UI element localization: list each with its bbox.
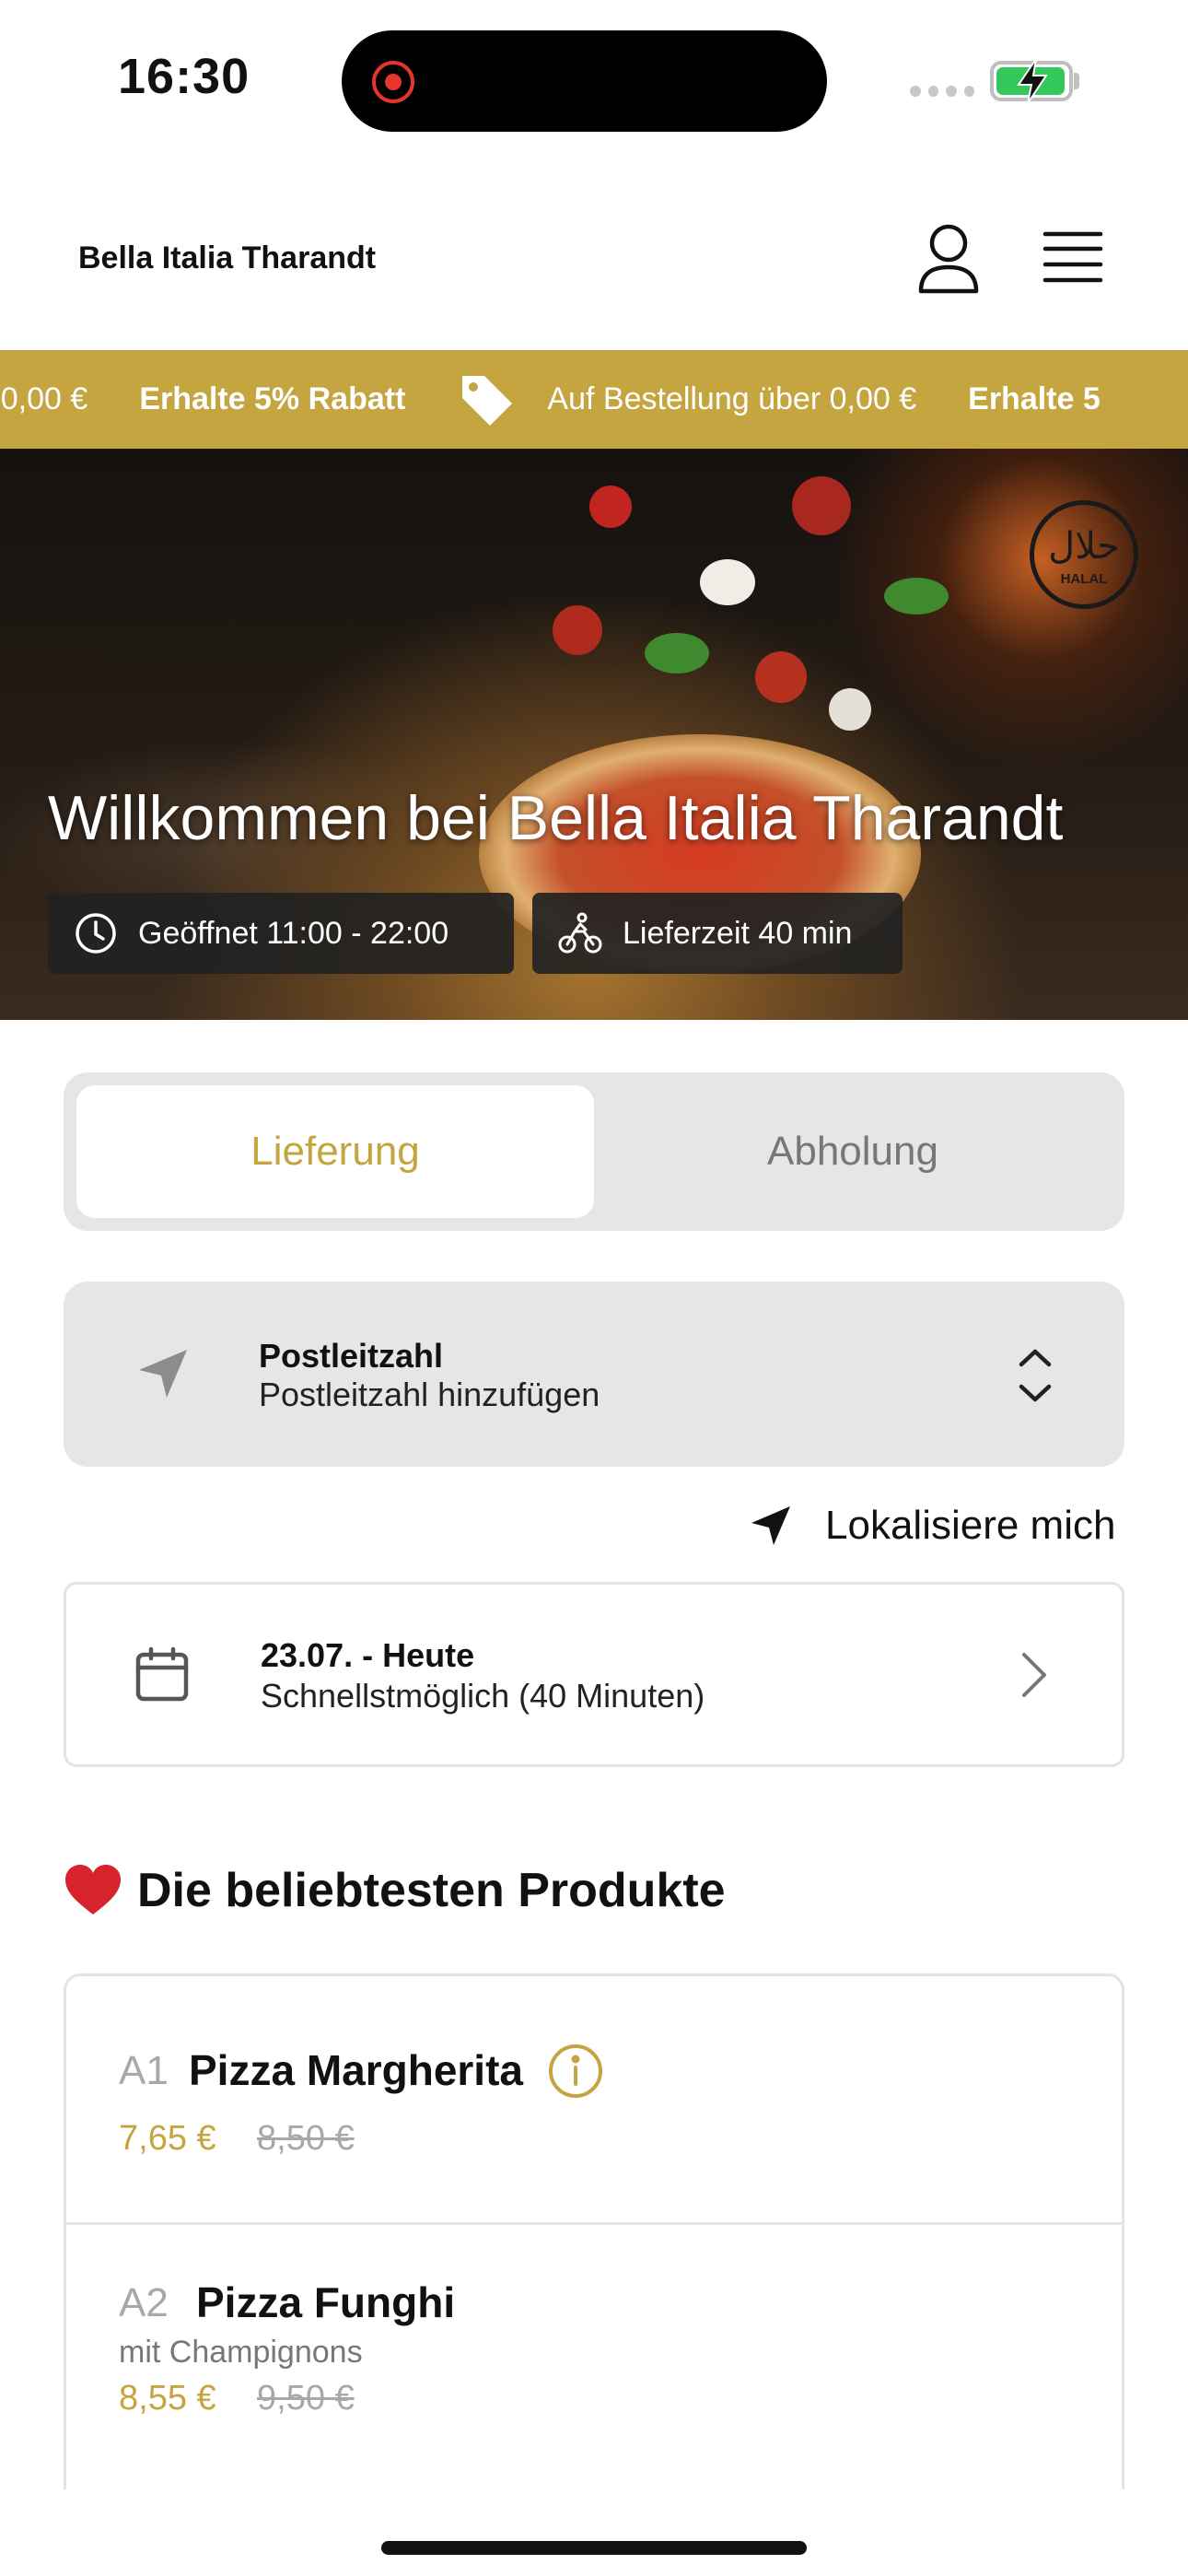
- section-title: Die beliebtesten Produkte: [137, 1864, 726, 1917]
- location-arrow-icon: [139, 1350, 187, 1398]
- delivery-time-chip: Lieferzeit 40 min: [532, 893, 903, 974]
- popular-products-heading: Die beliebtesten Produkte: [64, 1863, 726, 1918]
- schedule-time: Schnellstmöglich (40 Minuten): [261, 1677, 705, 1715]
- product-row[interactable]: A2 Pizza Funghi mit Champignons 8,55 € 9…: [66, 2228, 1122, 2489]
- hero-title: Willkommen bei Bella Italia Tharandt: [48, 783, 1064, 853]
- popular-products-list: A1 Pizza Margherita 7,65 € 8,50 € A2 Piz…: [64, 1973, 1124, 2489]
- product-code: A2: [119, 2280, 169, 2325]
- delivery-time-text: Lieferzeit 40 min: [623, 915, 853, 951]
- status-time: 16:30: [118, 49, 250, 104]
- product-old-price: 8,50 €: [257, 2119, 355, 2158]
- tab-pickup[interactable]: Abholung: [594, 1085, 1112, 1218]
- opening-hours-chip: Geöffnet 11:00 - 22:00: [48, 893, 514, 974]
- dynamic-island: [342, 30, 827, 132]
- clock-icon: [76, 913, 116, 954]
- app-header: Bella Italia Tharandt: [0, 166, 1188, 350]
- menu-icon[interactable]: [1041, 225, 1105, 289]
- account-icon[interactable]: [914, 221, 984, 295]
- hero-banner: حلال HALAL Willkommen bei Bella Italia T…: [0, 449, 1188, 1020]
- promo-text: Auf Bestellung über 0,00 €: [547, 381, 917, 416]
- tag-icon: [462, 375, 513, 426]
- charging-bolt-icon: [1017, 58, 1048, 104]
- location-arrow-icon: [751, 1506, 790, 1545]
- recording-indicator-icon: [372, 61, 414, 103]
- home-indicator[interactable]: [381, 2541, 807, 2555]
- chevron-updown-icon: [1019, 1349, 1052, 1402]
- product-name: Pizza Margherita: [189, 2046, 523, 2094]
- postcode-placeholder: Postleitzahl hinzufügen: [259, 1376, 600, 1413]
- info-icon[interactable]: [547, 2043, 604, 2100]
- schedule-date: 23.07. - Heute: [261, 1636, 475, 1674]
- promo-item: Erhalte 5% Rabatt: [139, 381, 405, 417]
- postcode-field[interactable]: Postleitzahl Postleitzahl hinzufügen: [64, 1282, 1124, 1467]
- product-row[interactable]: A1 Pizza Margherita 7,65 € 8,50 €: [66, 1976, 1122, 2225]
- heart-icon: [65, 1865, 121, 1914]
- delivery-schedule-field[interactable]: 23.07. - Heute Schnellstmöglich (40 Minu…: [64, 1582, 1124, 1767]
- promo-text: Erhalte 5: [968, 381, 1101, 416]
- locate-me-label: Lokalisiere mich: [825, 1503, 1116, 1548]
- product-price: 8,55 €: [119, 2379, 216, 2418]
- bike-courier-icon: [558, 912, 602, 954]
- cellular-signal-icon: [910, 86, 974, 97]
- halal-badge: حلال HALAL: [1030, 500, 1138, 609]
- promo-text: r 0,00 €: [0, 381, 88, 416]
- promo-item: r 0,00 €: [0, 381, 87, 417]
- product-description: mit Champignons: [119, 2335, 363, 2370]
- promo-ticker: r 0,00 € Erhalte 5% Rabatt Auf Bestellung …: [0, 350, 1188, 449]
- promo-text: Erhalte 5% Rabatt: [139, 381, 406, 416]
- product-old-price: 9,50 €: [257, 2379, 355, 2418]
- chevron-right-icon: [1022, 1653, 1046, 1697]
- order-mode-toggle: Lieferung Abholung: [64, 1072, 1124, 1231]
- restaurant-name[interactable]: Bella Italia Tharandt: [78, 240, 376, 276]
- promo-item: Auf Bestellung über 0,00 €: [457, 370, 916, 429]
- product-price: 7,65 €: [119, 2119, 216, 2158]
- promo-track: r 0,00 € Erhalte 5% Rabatt Auf Bestellung …: [0, 350, 1152, 449]
- locate-me-link[interactable]: Lokalisiere mich: [748, 1493, 1115, 1559]
- promo-item: Erhalte 5: [968, 381, 1101, 417]
- status-bar: 16:30: [0, 0, 1188, 166]
- product-code: A1: [119, 2048, 169, 2093]
- opening-hours-text: Geöffnet 11:00 - 22:00: [138, 915, 449, 951]
- postcode-label: Postleitzahl: [259, 1337, 444, 1375]
- product-name: Pizza Funghi: [196, 2278, 456, 2326]
- tab-delivery[interactable]: Lieferung: [76, 1085, 594, 1218]
- calendar-icon: [135, 1646, 189, 1702]
